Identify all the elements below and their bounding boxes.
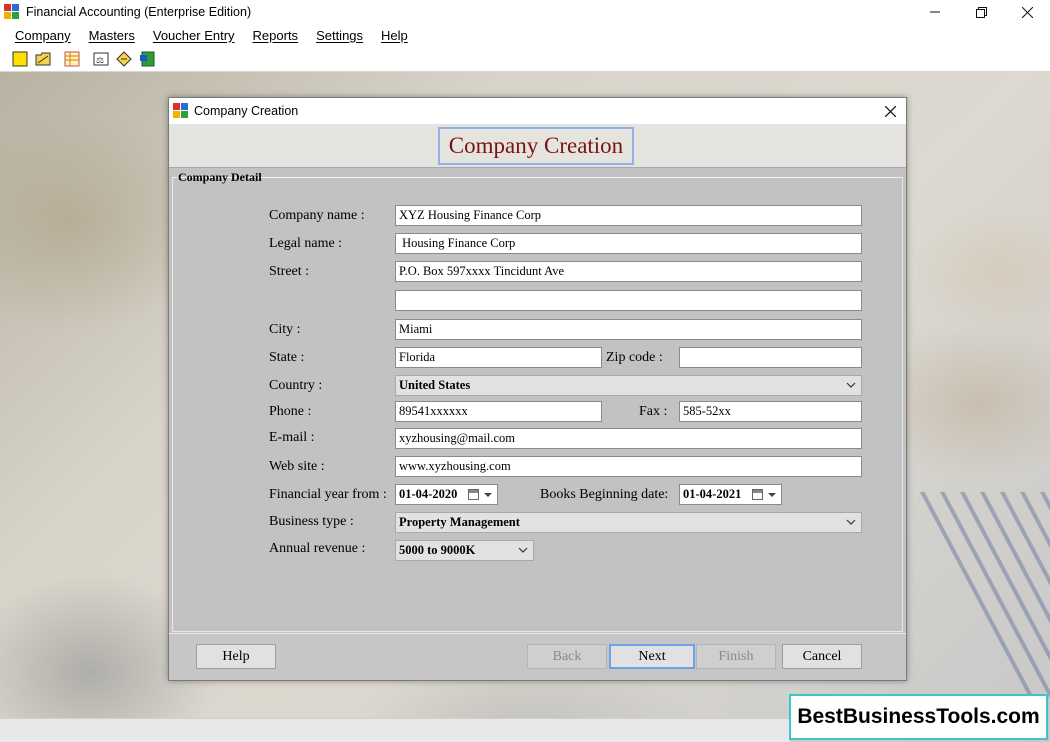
legal-name-input[interactable]: Housing Finance Corp <box>395 233 862 254</box>
calendar-icon <box>468 489 479 500</box>
minimize-icon <box>930 11 940 13</box>
phone-input[interactable]: 89541xxxxxx <box>395 401 602 422</box>
status-bar <box>0 718 790 742</box>
country-value: United States <box>399 378 471 392</box>
financial-year-value: 01-04-2020 <box>399 487 458 501</box>
section-label: Company Detail <box>178 170 262 184</box>
street-line1-input[interactable]: P.O. Box 597xxxx Tincidunt Ave <box>395 261 862 282</box>
app-icon <box>4 4 20 20</box>
watermark-logo: BestBusinessTools.com <box>789 694 1048 740</box>
street-line2-input[interactable] <box>395 290 862 311</box>
dialog-close-button[interactable] <box>880 101 900 121</box>
financial-year-date-picker[interactable]: 01-04-2020 <box>395 484 498 505</box>
business-type-select[interactable]: Property Management <box>395 512 862 533</box>
restore-button[interactable] <box>958 0 1004 24</box>
books-beginning-value: 01-04-2021 <box>683 487 742 501</box>
voucher-button[interactable] <box>114 49 134 69</box>
voucher-icon <box>116 50 132 67</box>
menu-settings[interactable]: Settings <box>307 28 372 43</box>
phone-label: Phone : <box>269 404 312 419</box>
city-input[interactable]: Miami <box>395 319 862 340</box>
minimize-button[interactable] <box>912 0 958 24</box>
city-label: City : <box>269 322 301 337</box>
chevron-down-icon <box>518 547 528 553</box>
toolbar: ⚖ <box>0 46 1050 72</box>
dialog-app-icon <box>173 103 189 119</box>
menu-voucher-entry[interactable]: Voucher Entry <box>144 28 244 43</box>
help-button[interactable]: Help <box>196 644 276 669</box>
dialog-button-bar: Help Back Next Finish Cancel <box>169 633 906 680</box>
business-type-value: Property Management <box>399 515 520 529</box>
website-label: Web site : <box>269 459 325 474</box>
menu-bar: Company Masters Voucher Entry Reports Se… <box>0 24 1050 46</box>
dialog-titlebar: Company Creation <box>169 98 906 124</box>
books-beginning-date-picker[interactable]: 01-04-2021 <box>679 484 782 505</box>
balance-button[interactable]: ⚖ <box>91 49 111 69</box>
svg-text:⚖: ⚖ <box>96 56 104 66</box>
open-folder-icon <box>35 52 51 65</box>
website-input[interactable]: www.xyzhousing.com <box>395 456 862 477</box>
scale-icon: ⚖ <box>93 52 109 66</box>
chevron-down-icon <box>846 382 856 388</box>
report-button[interactable] <box>137 49 157 69</box>
header-title: Company Creation <box>438 127 634 165</box>
new-document-icon <box>12 51 28 66</box>
close-icon <box>884 105 896 117</box>
zip-label: Zip code : <box>606 350 663 365</box>
zip-code-input[interactable] <box>679 347 862 368</box>
annual-revenue-value: 5000 to 9000K <box>399 543 476 557</box>
menu-masters[interactable]: Masters <box>80 28 144 43</box>
email-input[interactable]: xyzhousing@mail.com <box>395 428 862 449</box>
annual-revenue-select[interactable]: 5000 to 9000K <box>395 540 534 561</box>
business-type-label: Business type : <box>269 514 354 529</box>
next-button[interactable]: Next <box>609 644 695 669</box>
finish-button[interactable]: Finish <box>696 644 776 669</box>
calendar-icon <box>752 489 763 500</box>
close-icon <box>1021 6 1033 18</box>
ledger-button[interactable] <box>62 49 82 69</box>
restore-icon <box>975 6 987 18</box>
fax-label: Fax : <box>639 404 668 419</box>
legal-name-label: Legal name : <box>269 236 343 251</box>
company-creation-dialog: Company Creation Company Creation Compan… <box>168 97 907 681</box>
books-beginning-label: Books Beginning date: <box>540 487 669 502</box>
dropdown-arrow-icon <box>768 493 776 497</box>
email-label: E-mail : <box>269 430 315 445</box>
chevron-down-icon <box>846 519 856 525</box>
fax-input[interactable]: 585-52xx <box>679 401 862 422</box>
back-button[interactable]: Back <box>527 644 607 669</box>
annual-revenue-label: Annual revenue : <box>269 541 366 556</box>
dialog-title: Company Creation <box>194 104 299 118</box>
state-label: State : <box>269 350 305 365</box>
close-button[interactable] <box>1004 0 1050 24</box>
table-icon <box>64 51 80 66</box>
dropdown-arrow-icon <box>484 493 492 497</box>
window-titlebar: Financial Accounting (Enterprise Edition… <box>0 0 1050 24</box>
open-company-button[interactable] <box>33 49 53 69</box>
menu-company[interactable]: Company <box>6 28 80 43</box>
new-company-button[interactable] <box>10 49 30 69</box>
window-title: Financial Accounting (Enterprise Edition… <box>26 5 252 19</box>
company-name-label: Company name : <box>269 208 365 223</box>
country-select[interactable]: United States <box>395 375 862 396</box>
state-input[interactable]: Florida <box>395 347 602 368</box>
menu-help[interactable]: Help <box>372 28 417 43</box>
street-label: Street : <box>269 264 310 279</box>
financial-year-label: Financial year from : <box>269 487 387 502</box>
country-label: Country : <box>269 378 323 393</box>
dialog-header: Company Creation <box>169 124 906 168</box>
cancel-button[interactable]: Cancel <box>782 644 862 669</box>
menu-reports[interactable]: Reports <box>244 28 308 43</box>
company-name-input[interactable]: XYZ Housing Finance Corp <box>395 205 862 226</box>
report-icon <box>140 51 155 66</box>
